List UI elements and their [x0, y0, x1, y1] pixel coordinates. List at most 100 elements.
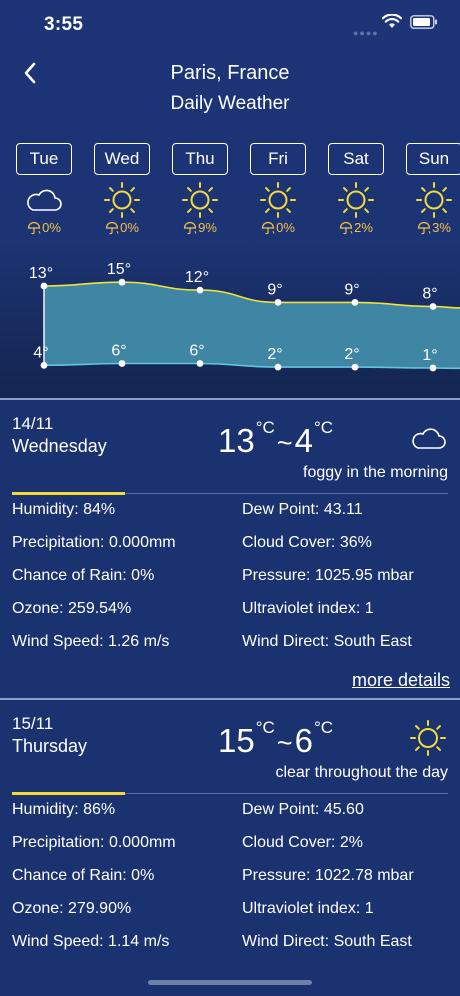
- page-subtitle: Daily Weather: [170, 93, 290, 114]
- accent-bar: [12, 792, 125, 795]
- day-label: Fri: [250, 143, 306, 175]
- day-label: Thu: [172, 143, 228, 175]
- rain-percent: 9%: [198, 220, 217, 235]
- card-unit: °C: [313, 418, 334, 437]
- pressure-stat: Pressure: 1022.78 mbar: [242, 867, 414, 884]
- low-temp-label: 1°: [422, 347, 437, 364]
- day-item-sun[interactable]: Sun 3%: [405, 143, 460, 235]
- day-label: Tue: [16, 143, 72, 175]
- signal-dots-icon: ●●●●: [353, 28, 379, 38]
- battery-icon: [410, 14, 437, 29]
- cloud-cover-stat: Cloud Cover: 2%: [242, 834, 363, 851]
- low-point: [351, 363, 359, 371]
- wifi-icon: [382, 14, 402, 28]
- high-temp-label: 9°: [344, 281, 359, 298]
- card-tilde: ~: [276, 428, 293, 458]
- low-point: [118, 360, 126, 367]
- cloud-icon: [412, 428, 446, 449]
- rain-chance: 0%: [15, 220, 73, 235]
- pressure-stat: Pressure: 1025.95 mbar: [242, 567, 414, 584]
- card-temperature-range: 15°C~6°C: [218, 718, 333, 760]
- temperature-band: [44, 282, 460, 369]
- cloud-cover-stat: Cloud Cover: 36%: [242, 534, 372, 551]
- rain-percent: 0%: [42, 220, 61, 235]
- card-unit: °C: [255, 718, 275, 737]
- high-temp-label: 15°: [107, 261, 131, 278]
- day-item-sat[interactable]: Sat 2%: [327, 143, 385, 235]
- high-temp-label: 9°: [267, 281, 282, 298]
- card-tilde: ~: [276, 728, 293, 758]
- low-temp-label: 4°: [33, 344, 48, 361]
- wind-speed-stat: Wind Speed: 1.26 m/s: [12, 633, 170, 650]
- low-point: [40, 361, 48, 369]
- umbrella-icon: [339, 221, 353, 234]
- home-indicator[interactable]: [148, 980, 312, 985]
- umbrella-icon: [105, 221, 119, 234]
- card-date: 15/11: [12, 714, 54, 733]
- low-temp-label: 2°: [344, 346, 359, 363]
- day-item-thu[interactable]: Thu 9%: [171, 143, 229, 235]
- day-item-fri[interactable]: Fri 0%: [249, 143, 307, 235]
- low-point: [196, 360, 204, 367]
- sun-icon: [338, 182, 374, 218]
- wind-direction-stat: Wind Direct: South East: [242, 633, 412, 650]
- high-point: [196, 286, 204, 294]
- high-point: [40, 282, 48, 290]
- umbrella-icon: [27, 221, 41, 234]
- dew-point-stat: Dew Point: 43.11: [242, 501, 363, 518]
- card-unit: °C: [313, 718, 334, 737]
- card-date: 14/11: [12, 414, 54, 433]
- high-temp-label: 12°: [185, 269, 209, 286]
- rain-percent: 2%: [354, 220, 373, 235]
- day-card: 14/11 Wednesday 13°C~4°C foggy in the mo…: [0, 400, 460, 690]
- precipitation-stat: Precipitation: 0.000mm: [12, 834, 176, 851]
- rain-chance: 2%: [327, 220, 385, 235]
- humidity-stat: Humidity: 84%: [12, 501, 116, 518]
- low-point: [429, 364, 437, 372]
- card-summary: foggy in the morning: [303, 464, 448, 481]
- high-point: [429, 303, 437, 310]
- dew-point-stat: Dew Point: 45.60: [242, 801, 364, 818]
- low-temp-label: 6°: [189, 343, 204, 360]
- day-item-wed[interactable]: Wed 0%: [93, 143, 151, 235]
- status-time: 3:55: [44, 14, 84, 35]
- day-item-tue[interactable]: Tue 0%: [15, 143, 73, 235]
- high-temp-label: 13°: [29, 265, 53, 282]
- day-label: Sat: [328, 143, 384, 175]
- rain-percent: 0%: [120, 220, 139, 235]
- chance-of-rain-stat: Chance of Rain: 0%: [12, 567, 155, 584]
- ozone-stat: Ozone: 259.54%: [12, 600, 132, 617]
- card-high: 15: [218, 722, 255, 759]
- uv-index-stat: Ultraviolet index: 1: [242, 600, 374, 617]
- sun-icon: [104, 182, 140, 218]
- rain-chance: 3%: [405, 220, 460, 235]
- card-unit: °C: [255, 418, 275, 437]
- city-title: Paris, France: [170, 62, 290, 84]
- wind-speed-stat: Wind Speed: 1.14 m/s: [12, 933, 170, 950]
- card-high: 13: [218, 422, 255, 459]
- umbrella-icon: [183, 221, 197, 234]
- low-temp-label: 2°: [267, 346, 282, 363]
- more-details-link[interactable]: more details: [352, 670, 450, 691]
- umbrella-icon: [261, 221, 275, 234]
- card-weekday: Wednesday: [12, 436, 107, 456]
- high-point: [118, 278, 126, 286]
- card-low: 4: [294, 422, 313, 459]
- humidity-stat: Humidity: 86%: [12, 801, 116, 818]
- status-bar: 3:55 ●●●●: [0, 0, 460, 50]
- uv-index-stat: Ultraviolet index: 1: [242, 900, 374, 917]
- accent-bar: [12, 492, 125, 495]
- high-point: [351, 299, 359, 306]
- sun-icon: [416, 182, 452, 218]
- umbrella-icon: [417, 221, 431, 234]
- temperature-chart: 13° 4° 15° 6° 12° 6° 9° 2° 9° 2° 8° 1°: [29, 261, 460, 372]
- card-temperature-range: 13°C~4°C: [218, 418, 333, 460]
- card-low: 6: [294, 722, 313, 759]
- ozone-stat: Ozone: 279.90%: [12, 900, 132, 917]
- day-card: 15/11 Thursday 15°C~6°C clear throughout…: [0, 700, 460, 990]
- precipitation-stat: Precipitation: 0.000mm: [12, 534, 176, 551]
- rain-chance: 0%: [249, 220, 307, 235]
- rain-percent: 3%: [432, 220, 451, 235]
- cloud-icon: [27, 189, 62, 211]
- low-point: [274, 363, 282, 371]
